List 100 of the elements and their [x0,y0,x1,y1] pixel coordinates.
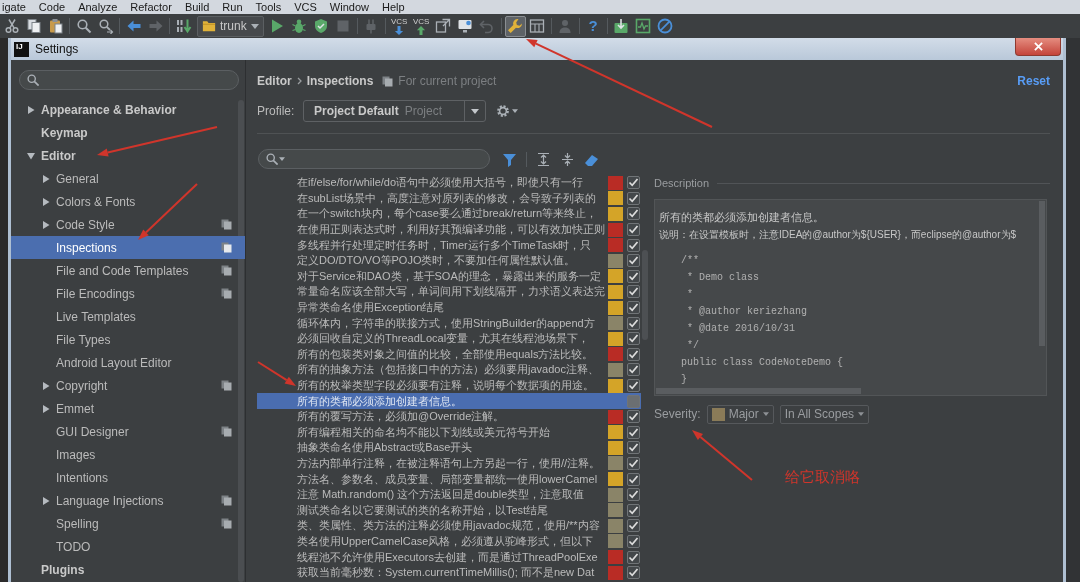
checkbox[interactable] [627,207,640,221]
menu-item[interactable]: Analyze [78,0,118,14]
inspection-row[interactable]: 方法名、参数名、成员变量、局部变量都统一使用lowerCamel [257,471,641,487]
checkbox[interactable] [627,488,640,502]
tree-item[interactable]: Language Injections [11,489,245,512]
tree-item[interactable]: Inspections [11,236,245,259]
vcs-update-button[interactable]: VCS [388,15,410,37]
checkbox[interactable] [627,176,640,190]
tree-item[interactable]: Keymap [11,121,245,144]
search-field[interactable] [258,149,490,169]
tree-item[interactable]: File and Code Templates [11,259,245,282]
inspection-row[interactable]: 抽象类命名使用Abstract或Base开头 [257,440,641,456]
checkbox[interactable] [627,269,640,283]
tree-item[interactable]: Appearance & Behavior [11,98,245,121]
checkbox[interactable] [627,550,640,564]
severity-dropdown[interactable]: Major [706,404,774,424]
close-button[interactable] [1015,38,1061,56]
checkbox[interactable] [627,316,640,330]
checkbox[interactable] [627,441,640,455]
tree-item[interactable]: Copyright [11,374,245,397]
tree-item[interactable]: File Types [11,328,245,351]
profile-settings-button[interactable] [496,104,518,118]
tree-item[interactable]: Live Templates [11,305,245,328]
inspection-row[interactable]: 类名使用UpperCamelCase风格，必须遵从驼峰形式，但以下 [257,533,641,550]
inspection-row[interactable]: 定义DO/DTO/VO等POJO类时，不要加任何属性默认值。 [257,252,641,269]
inspection-row[interactable]: 所有的类都必须添加创建者信息。 [257,393,641,409]
checkbox[interactable] [627,394,640,408]
checkbox[interactable] [627,301,640,315]
vcs-commit-button[interactable]: VCS [410,15,432,37]
inspection-row[interactable]: 循环体内，字符串的联接方式，使用StringBuilder的append方 [257,315,641,331]
menu-item[interactable]: Build [184,0,210,14]
profile-dropdown[interactable]: Project Default Project [303,100,486,122]
checkbox[interactable] [627,457,640,470]
tree-item[interactable]: Intentions [11,466,245,489]
inspection-row[interactable]: 多线程并行处理定时任务时，Timer运行多个TimeTask时，只 [257,237,641,253]
inspection-row[interactable]: 必须回收自定义的ThreadLocal变量，尤其在线程池场景下， [257,330,641,347]
tree-item[interactable]: Emmet [11,397,245,420]
tree-item[interactable]: Colors & Fonts [11,190,245,213]
search-field[interactable] [19,70,239,90]
collapse-all-icon[interactable] [560,151,575,167]
tree-item[interactable]: Spelling [11,512,245,535]
tree-item[interactable]: File Encodings [11,282,245,305]
inspection-row[interactable]: 在使用正则表达式时，利用好其预编译功能，可以有效加快正则 [257,221,641,238]
inspection-row[interactable]: 所有的包装类对象之间值的比较，全部使用equals方法比较。 [257,346,641,363]
tree-item[interactable]: General [11,167,245,190]
triangle-right-icon[interactable] [42,220,50,229]
run-config-dropdown[interactable]: trunk [197,15,264,37]
checkbox[interactable] [627,472,640,486]
inspection-row[interactable]: 常量命名应该全部大写，单词间用下划线隔开，力求语义表达完 [257,284,641,300]
inspection-row[interactable]: 类、类属性、类方法的注释必须使用javadoc规范，使用/**内容 [257,518,641,534]
checkbox[interactable] [627,238,640,252]
inspection-row[interactable]: 对于Service和DAO类，基于SOA的理念，暴露出来的服务一定 [257,268,641,285]
tree-item[interactable]: Code Style [11,213,245,236]
reset-link[interactable]: Reset [1017,74,1050,88]
inspection-row[interactable]: 获取当前毫秒数：System.currentTimeMillis(); 而不是new Dat [257,564,641,581]
inspection-row[interactable]: 异常类命名使用Exception结尾 [257,299,641,316]
checkbox[interactable] [627,347,640,361]
inspection-row[interactable]: 线程池不允许使用Executors去创建，而是通过ThreadPoolExe [257,549,641,565]
inspection-row[interactable]: 在subList场景中，高度注意对原列表的修改，会导致子列表的 [257,190,641,207]
menu-item[interactable]: igate [2,0,26,14]
checkbox[interactable] [627,363,640,377]
tree-item[interactable]: Plugins [11,558,245,581]
checkbox[interactable] [627,534,640,548]
expand-all-icon[interactable] [536,151,551,167]
inspection-row[interactable]: 所有的抽象方法（包括接口中的方法）必须要用javadoc注释、 [257,362,641,378]
triangle-right-icon[interactable] [42,197,50,206]
scope-dropdown[interactable]: In All Scopes [779,404,870,424]
menu-item[interactable]: Window [329,0,369,14]
inspection-row[interactable]: 所有编程相关的命名均不能以下划线或美元符号开始 [257,424,641,441]
triangle-right-icon[interactable] [42,404,50,413]
inspection-row[interactable]: 所有的枚举类型字段必须要有注释，说明每个数据项的用途。 [257,377,641,394]
inspection-row[interactable]: 注意 Math.random() 这个方法返回是double类型，注意取值 [257,486,641,503]
tree-item[interactable]: Images [11,443,245,466]
checkbox[interactable] [627,285,640,299]
triangle-down-icon[interactable] [27,151,35,160]
menu-item[interactable]: Refactor [130,0,172,14]
inspection-row[interactable]: 在if/else/for/while/do语句中必须使用大括号，即使只有一行 [257,175,641,191]
triangle-right-icon[interactable] [42,496,50,505]
triangle-right-icon[interactable] [42,381,50,390]
inspection-row[interactable]: 在一个switch块内，每个case要么通过break/return等来终止， [257,206,641,222]
scrollbar-thumb[interactable] [238,100,244,582]
tree-item[interactable]: Android Layout Editor [11,351,245,374]
checkbox[interactable] [627,223,640,237]
inspection-row[interactable]: 方法内部单行注释，在被注释语句上方另起一行，使用//注释。 [257,455,641,472]
checkbox[interactable] [627,503,640,517]
triangle-right-icon[interactable] [27,105,35,114]
menu-item[interactable]: Run [222,0,243,14]
inspection-row[interactable]: 所有的覆写方法，必须加@Override注解。 [257,408,641,425]
menu-item[interactable]: Code [38,0,66,14]
checkbox[interactable] [627,191,640,205]
checkbox[interactable] [627,332,640,346]
inspection-row[interactable]: 测试类命名以它要测试的类的名称开始，以Test结尾 [257,502,641,519]
checkbox[interactable] [627,410,640,424]
tree-item[interactable]: GUI Designer [11,420,245,443]
tree-item[interactable]: TODO [11,535,245,558]
menu-item[interactable]: VCS [294,0,317,14]
checkbox[interactable] [627,425,640,439]
menu-item[interactable]: Tools [255,0,282,14]
tree-item[interactable]: Editor [11,144,245,167]
checkbox[interactable] [627,379,640,392]
